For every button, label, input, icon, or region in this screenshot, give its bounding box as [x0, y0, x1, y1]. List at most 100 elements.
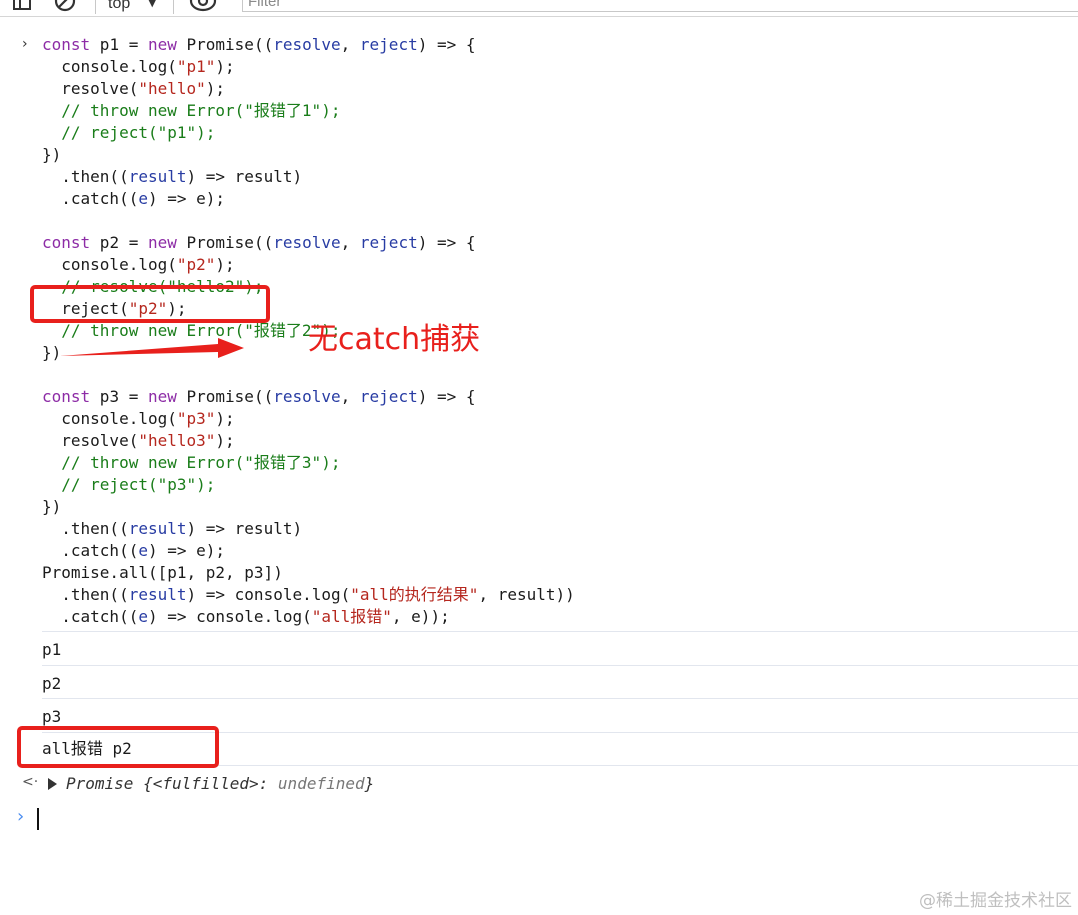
code-param: reject	[359, 233, 418, 252]
code-text: ,	[340, 387, 360, 406]
code-text: p2 =	[90, 233, 148, 252]
code-line: })	[42, 496, 575, 518]
code-text: p3 =	[90, 387, 148, 406]
input-chevron-icon: ›	[22, 36, 28, 52]
code-text: console.log(	[42, 57, 177, 76]
code-text: ) => e);	[147, 189, 226, 208]
result-close: }	[364, 774, 375, 793]
code-line: console.log("p3");	[42, 408, 575, 430]
result-value[interactable]: Promise {<fulfilled>: undefined}	[66, 773, 374, 795]
code-text: ) => {	[417, 233, 476, 252]
result-undefined: undefined	[277, 774, 365, 793]
code-keyword: const	[42, 35, 91, 54]
sidebar-toggle-icon[interactable]	[12, 0, 32, 11]
filter-input[interactable]	[242, 0, 1078, 12]
code-param: e	[138, 607, 148, 626]
code-text: ,	[340, 233, 360, 252]
code-line: // throw new Error("报错了3");	[42, 452, 575, 474]
code-string: "p3"	[176, 409, 216, 428]
code-text: ) => {	[417, 387, 476, 406]
code-comment: // reject("p3");	[42, 475, 216, 494]
code-text: ) => console.log(	[147, 607, 312, 626]
code-param: reject	[359, 387, 418, 406]
log-message: p3	[42, 707, 62, 726]
code-text: ) => console.log(	[186, 585, 351, 604]
log-divider	[42, 698, 1078, 699]
code-param: resolve	[273, 35, 341, 54]
code-text: resolve(	[42, 79, 139, 98]
code-line: .then((result) => console.log("all的执行结果"…	[42, 584, 575, 606]
code-line: // reject("p3");	[42, 474, 575, 496]
code-text: ) => {	[417, 35, 476, 54]
code-line: resolve("hello3");	[42, 430, 575, 452]
log-divider	[42, 665, 1078, 666]
code-string: "hello3"	[138, 431, 216, 450]
code-line: // throw new Error("报错了1");	[42, 100, 575, 122]
code-line: .catch((e) => e);	[42, 188, 575, 210]
code-line: resolve("hello");	[42, 78, 575, 100]
code-text: .then((	[42, 585, 129, 604]
code-string: "p1"	[176, 57, 216, 76]
highlight-box-output	[17, 726, 219, 768]
code-text: );	[215, 57, 235, 76]
code-text: );	[215, 431, 235, 450]
code-comment: // reject("p1");	[42, 123, 216, 142]
code-string: "all的执行结果"	[350, 585, 479, 604]
toolbar-divider	[173, 0, 174, 14]
result-arrow-icon: <·	[22, 774, 39, 790]
code-comment: // throw new Error("报错了3");	[42, 453, 341, 472]
code-text: Promise((	[176, 35, 274, 54]
code-text: Promise((	[176, 233, 274, 252]
code-text: ) => result)	[186, 167, 303, 186]
code-text: );	[215, 255, 235, 274]
code-keyword: new	[147, 233, 177, 252]
annotation-text: 无catch捕获	[308, 322, 481, 357]
code-line: const p2 = new Promise((resolve, reject)…	[42, 232, 575, 254]
code-line: const p1 = new Promise((resolve, reject)…	[42, 34, 575, 56]
code-text: ) => e);	[147, 541, 226, 560]
code-text: })	[42, 343, 62, 362]
code-text: console.log(	[42, 255, 177, 274]
code-text: , result))	[478, 585, 575, 604]
code-param: result	[128, 519, 187, 538]
result-open: {<fulfilled>:	[143, 774, 278, 793]
highlight-box-reject	[30, 285, 270, 323]
code-comment: // throw new Error("报错了1");	[42, 101, 341, 120]
code-param: result	[128, 167, 187, 186]
code-keyword: new	[147, 35, 177, 54]
code-text: })	[42, 497, 62, 516]
result-prefix: Promise	[66, 774, 144, 793]
log-message: p1	[42, 640, 62, 659]
code-text: );	[215, 409, 235, 428]
clear-console-icon[interactable]	[53, 0, 77, 13]
code-text: , e));	[391, 607, 450, 626]
code-line: // reject("p1");	[42, 122, 575, 144]
code-line: .catch((e) => console.log("all报错", e));	[42, 606, 575, 628]
log-divider	[42, 631, 1078, 632]
expand-triangle-icon[interactable]	[48, 778, 57, 790]
code-line: Promise.all([p1, p2, p3])	[42, 562, 575, 584]
text-cursor[interactable]	[37, 808, 39, 830]
code-text: resolve(	[42, 431, 139, 450]
code-keyword: const	[42, 233, 91, 252]
code-text: ) => result)	[186, 519, 303, 538]
code-line: .then((result) => result)	[42, 166, 575, 188]
code-string: "p2"	[176, 255, 216, 274]
caret-down-icon[interactable]: ▼	[148, 0, 156, 9]
code-param: resolve	[273, 387, 341, 406]
code-text: .catch((	[42, 607, 139, 626]
context-selector[interactable]: top	[108, 0, 130, 13]
log-message: p2	[42, 674, 62, 693]
red-arrow-icon	[60, 338, 244, 358]
code-param: resolve	[273, 233, 341, 252]
code-text: ,	[340, 35, 360, 54]
eye-icon[interactable]	[188, 0, 218, 13]
code-line: const p3 = new Promise((resolve, reject)…	[42, 386, 575, 408]
code-keyword: const	[42, 387, 91, 406]
code-line: .catch((e) => e);	[42, 540, 575, 562]
code-text: .catch((	[42, 541, 139, 560]
code-text: console.log(	[42, 409, 177, 428]
code-line: })	[42, 144, 575, 166]
code-text: .then((	[42, 519, 129, 538]
code-param: e	[138, 541, 148, 560]
